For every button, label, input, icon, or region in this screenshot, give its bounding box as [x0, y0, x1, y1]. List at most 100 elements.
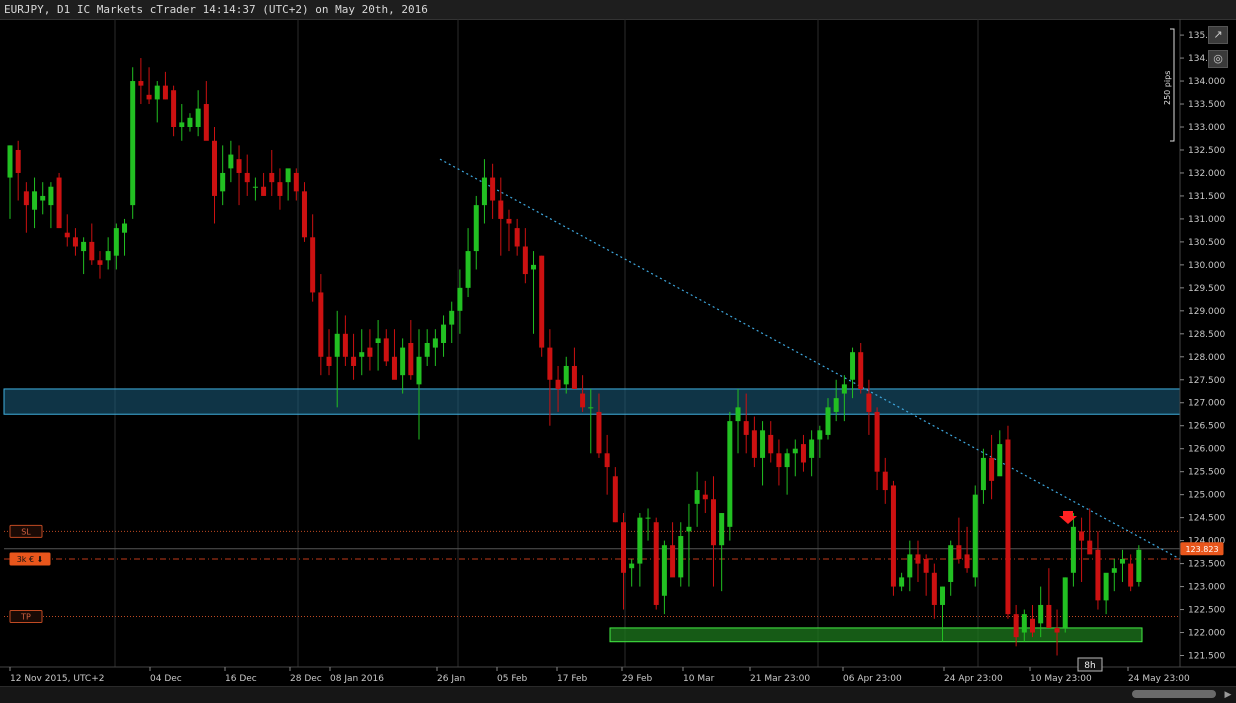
- candle-body: [465, 251, 471, 288]
- price-tick-label: 129.000: [1188, 307, 1225, 317]
- sl-label: SL: [21, 527, 31, 536]
- resistance-zone: [3, 388, 1181, 415]
- candle-body: [187, 117, 193, 127]
- candle-body: [547, 347, 553, 380]
- price-tick-label: 123.000: [1188, 583, 1225, 593]
- candle-body: [948, 545, 954, 582]
- candle-body: [841, 384, 847, 394]
- time-tick-label: 16 Dec: [225, 674, 257, 684]
- candle-body: [122, 223, 128, 233]
- time-tick-label: 04 Dec: [150, 674, 182, 684]
- candle-body: [604, 453, 610, 468]
- candle-body: [334, 333, 340, 357]
- candle-body: [359, 352, 365, 357]
- price-tick-label: 132.500: [1188, 146, 1225, 156]
- candles-layer: [7, 58, 1142, 656]
- candle-body: [588, 407, 594, 409]
- time-tick-label: 29 Feb: [622, 674, 653, 684]
- price-tick-label: 123.500: [1188, 560, 1225, 570]
- candle-body: [171, 90, 177, 127]
- candle-body: [146, 94, 152, 100]
- candle-body: [629, 563, 635, 569]
- candle-body: [23, 191, 29, 206]
- candle-body: [81, 241, 87, 252]
- candle-body: [751, 430, 757, 458]
- price-tick-label: 124.500: [1188, 514, 1225, 524]
- candle-body: [514, 228, 520, 247]
- candle-body: [212, 140, 217, 196]
- candle-body: [138, 81, 144, 86]
- popout-icon[interactable]: ↗: [1208, 26, 1228, 44]
- candle-body: [457, 287, 463, 311]
- candle-body: [972, 494, 978, 578]
- price-tick-label: 122.500: [1188, 606, 1225, 616]
- time-axis: 12 Nov 2015, UTC+2 04 Dec 16 Dec 28 Dec 08 J…: [0, 666, 1236, 684]
- candle-body: [899, 577, 905, 587]
- candle-body: [800, 444, 806, 463]
- candle-body: [40, 195, 46, 201]
- price-tick-label: 131.500: [1188, 192, 1225, 202]
- candle-body: [637, 517, 643, 564]
- candle-body: [195, 108, 201, 127]
- price-tick-label: 128.000: [1188, 353, 1225, 363]
- candle-body: [277, 182, 283, 196]
- horizontal-scrollbar[interactable]: ▶: [0, 686, 1236, 703]
- candle-body: [997, 444, 1003, 477]
- candle-body: [342, 333, 348, 357]
- candle-body: [809, 439, 815, 458]
- candle-body: [670, 545, 676, 578]
- candle-body: [727, 421, 733, 527]
- price-tick-label: 133.500: [1188, 100, 1225, 110]
- time-tick-label: 26 Jan: [437, 674, 465, 684]
- candle-body: [719, 513, 725, 546]
- candle-body: [710, 499, 716, 546]
- candle-body: [15, 149, 21, 173]
- price-tick-label: 127.000: [1188, 399, 1225, 409]
- price-tick-label: 134.000: [1188, 77, 1225, 87]
- candle-body: [522, 246, 528, 275]
- candle-body: [89, 241, 95, 261]
- candle-body: [1030, 618, 1035, 633]
- position-label: 3k € ⬇: [17, 555, 44, 564]
- candle-body: [326, 356, 332, 366]
- camera-icon[interactable]: ◎: [1208, 50, 1228, 68]
- candle-body: [776, 453, 782, 468]
- candle-body: [490, 177, 496, 201]
- candle-body: [1038, 604, 1044, 624]
- candle-body: [105, 251, 111, 261]
- candle-body: [596, 411, 602, 454]
- candle-body: [645, 517, 651, 519]
- time-tick-label: 17 Feb: [557, 674, 588, 684]
- tp-label: TP: [20, 612, 31, 621]
- price-tick-label: 122.000: [1188, 629, 1225, 639]
- candle-body: [432, 338, 438, 348]
- candle-body: [383, 338, 389, 362]
- candle-body: [32, 191, 38, 210]
- candle-body: [1070, 526, 1076, 573]
- candle-body: [1111, 568, 1117, 573]
- scrollbar-thumb[interactable]: [1132, 690, 1216, 698]
- price-axis: 135.000134.500134.000133.500133.000132.5…: [1179, 19, 1225, 667]
- candle-body: [694, 490, 700, 504]
- candle-body: [1054, 627, 1060, 633]
- candle-body: [686, 526, 692, 532]
- scroll-right-arrow-icon[interactable]: ▶: [1222, 689, 1234, 701]
- candle-body: [236, 159, 242, 173]
- price-chart[interactable]: 135.000134.500134.000133.500133.000132.5…: [0, 19, 1236, 686]
- candle-body: [702, 494, 708, 500]
- candle-body: [882, 471, 888, 491]
- candle-body: [621, 522, 626, 573]
- candle-body: [760, 430, 766, 458]
- candle-body: [1021, 614, 1027, 633]
- scale-label: 250 pips: [1163, 71, 1172, 105]
- candle-body: [261, 186, 267, 196]
- candle-body: [252, 186, 258, 188]
- candle-body: [48, 186, 54, 206]
- candle-body: [162, 85, 168, 100]
- candle-body: [989, 457, 995, 481]
- candle-body: [130, 81, 136, 206]
- candle-body: [833, 398, 839, 412]
- price-tick-label: 130.500: [1188, 238, 1225, 248]
- chart-title: EURJPY, D1 IC Markets cTrader 14:14:37 (…: [4, 3, 428, 16]
- candle-body: [367, 347, 373, 357]
